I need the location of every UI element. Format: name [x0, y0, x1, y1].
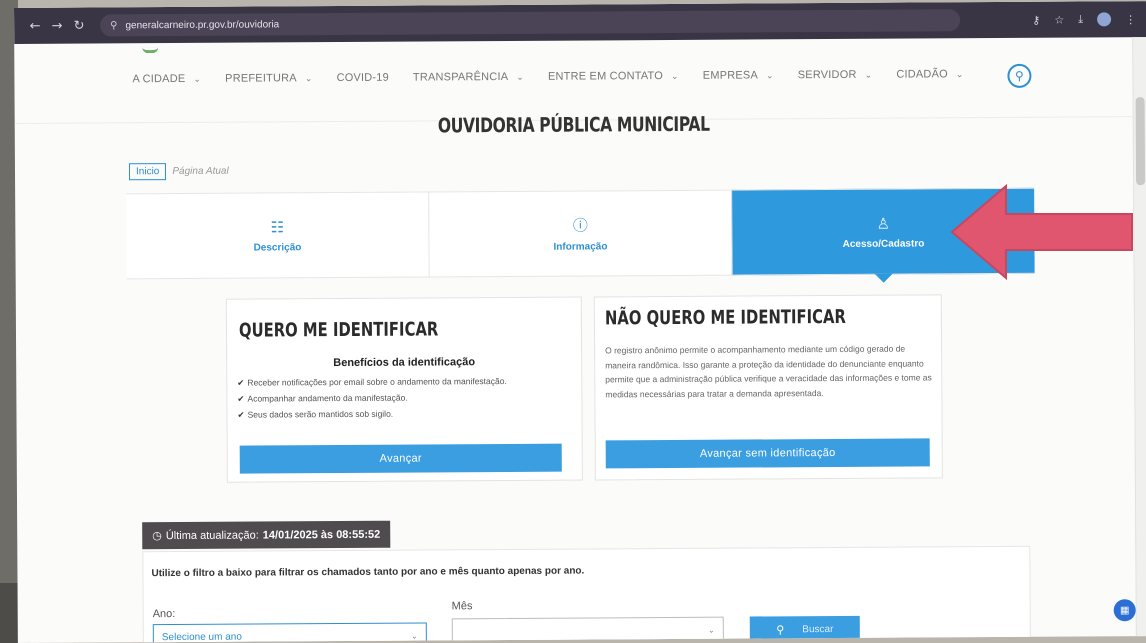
site-logo[interactable] — [142, 47, 159, 54]
nav-item-label: CIDADÃO — [896, 68, 948, 81]
chevron-down-icon: ⌄ — [411, 631, 418, 641]
filter-panel: Utilize o filtro a baixo para filtrar os… — [142, 545, 1031, 643]
search-button-label: Buscar — [802, 623, 834, 635]
month-select[interactable]: ⌄ — [451, 616, 724, 643]
star-icon[interactable]: ☆ — [1054, 13, 1064, 26]
chevron-down-icon: ⌄ — [193, 74, 202, 85]
scrollbar-thumb[interactable] — [1135, 97, 1146, 186]
url-text[interactable]: generalcarneiro.pr.gov.br/ouvidoria — [125, 19, 279, 31]
month-label: Mês — [451, 600, 473, 613]
check-icon: ✔ — [237, 394, 245, 405]
browser-actions: ⚷ ☆ ⤓ ⋮ — [1032, 12, 1136, 27]
benefit-item: ✔ Acompanhar andamento da manifestação. — [237, 390, 507, 408]
forward-icon[interactable]: → — [46, 18, 68, 33]
user-icon: ♙ — [876, 214, 891, 233]
tab-label: Descrição — [253, 241, 302, 254]
nav-item-label: SERVIDOR — [797, 68, 857, 82]
document-icon: ☷ — [270, 217, 285, 236]
page-scrollbar[interactable] — [1132, 37, 1146, 638]
site-info-icon[interactable]: ⚲ — [110, 20, 117, 31]
breadcrumb: Inicio Página Atual — [128, 163, 229, 181]
nav-item-label: TRANSPARÊNCIA — [412, 70, 509, 84]
year-label: Ano: — [152, 608, 176, 621]
last-update-badge: ◷ Última atualização: 14/01/2025 às 08:5… — [142, 520, 391, 550]
main-menu: A CIDADE ⌄ PREFEITURA ⌄ COVID-19 TRANSPARÊNCI… — [132, 68, 963, 85]
benefit-text: Seus dados serão mantidos sob sigilo. — [247, 408, 394, 420]
nav-item-label: EMPRESA — [702, 69, 759, 82]
download-icon[interactable]: ⤓ — [1078, 12, 1083, 26]
anonymous-title: NÃO QUERO ME IDENTIFICAR — [604, 305, 846, 330]
red-pointer-arrow — [950, 184, 1133, 280]
nav-item-transpar-ncia[interactable]: TRANSPARÊNCIA ⌄ — [413, 71, 524, 84]
filter-instructions: Utilize o filtro a baixo para filtrar os… — [151, 565, 585, 580]
browser-menu-icon[interactable]: ⋮ — [1125, 13, 1136, 26]
year-select[interactable]: Selecione um ano ⌄ — [152, 622, 427, 643]
browser-window: ← → ↻ ⚲ generalcarneiro.pr.gov.br/ouvido… — [14, 1, 1146, 643]
nav-item-cidad-o[interactable]: CIDADÃO ⌄ — [896, 68, 963, 80]
chevron-down-icon: ⌄ — [516, 72, 525, 83]
benefit-text: Receber notificações por email sobre o a… — [247, 375, 507, 388]
arrow-shape — [950, 184, 1133, 280]
benefits-list: ✔ Receber notificações por email sobre o … — [237, 374, 507, 424]
tab-informacao[interactable]: ⓘ Informação — [428, 189, 732, 278]
benefit-item: ✔ Receber notificações por email sobre o … — [237, 374, 507, 392]
key-icon[interactable]: ⚷ — [1032, 13, 1040, 26]
benefit-item: ✔ Seus dados serão mantidos sob sigilo. — [237, 406, 507, 424]
nav-item-entre-em-contato[interactable]: ENTRE EM CONTATO ⌄ — [548, 70, 679, 83]
nav-item-label: A CIDADE — [132, 72, 186, 86]
chevron-down-icon: ⌄ — [864, 70, 873, 81]
anonymous-card: NÃO QUERO ME IDENTIFICAR O registro anôn… — [593, 294, 943, 481]
back-icon[interactable]: ← — [24, 18, 46, 33]
tab-descricao[interactable]: ☷ Descrição — [126, 191, 429, 280]
chevron-down-icon: ⌄ — [708, 625, 715, 635]
chevron-down-icon: ⌄ — [765, 71, 774, 82]
chevron-down-icon: ⌄ — [670, 71, 679, 82]
identify-card: QUERO ME IDENTIFICAR Benefícios da ident… — [225, 296, 583, 483]
address-bar[interactable]: ⚲ generalcarneiro.pr.gov.br/ouvidoria — [100, 9, 961, 37]
reload-icon[interactable]: ↻ — [68, 18, 90, 33]
nav-item-servidor[interactable]: SERVIDOR ⌄ — [798, 69, 873, 81]
search-button[interactable]: ⚲ Buscar — [749, 615, 860, 643]
last-update-value: 14/01/2025 às 08:55:52 — [262, 528, 381, 541]
benefits-heading: Benefícios da identificação — [333, 356, 476, 370]
tab-label: Informação — [553, 241, 608, 253]
nav-item-label: PREFEITURA — [225, 72, 297, 85]
nav-item-label: ENTRE EM CONTATO — [547, 70, 664, 83]
ouvidoria-tabs: ☷ Descrição ⓘ Informação ♙ Acesso/Cadast… — [126, 187, 1035, 280]
anonymous-description: O registro anônimo permite o acompanhame… — [605, 343, 932, 399]
nav-item-a-cidade[interactable]: A CIDADE ⌄ — [132, 73, 201, 85]
advance-button[interactable]: Avançar — [239, 443, 562, 474]
identify-title: QUERO ME IDENTIFICAR — [238, 318, 439, 342]
nav-item-covid-19[interactable]: COVID-19 — [337, 72, 389, 84]
breadcrumb-home[interactable]: Inicio — [128, 163, 167, 181]
nav-item-prefeitura[interactable]: PREFEITURA ⌄ — [225, 72, 313, 85]
search-icon: ⚲ — [776, 622, 785, 636]
info-icon: ⓘ — [572, 216, 588, 235]
advance-anonymous-button[interactable]: Avançar sem identificação — [605, 438, 930, 469]
year-select-value: Selecione um ano — [161, 631, 242, 643]
chevron-down-icon: ⌄ — [304, 74, 313, 85]
nav-item-label: COVID-19 — [336, 71, 389, 85]
search-icon[interactable]: ⚲ — [1007, 63, 1032, 88]
check-icon: ✔ — [237, 378, 245, 389]
nav-item-empresa[interactable]: EMPRESA ⌄ — [703, 69, 774, 81]
chevron-down-icon: ⌄ — [955, 70, 964, 81]
accessibility-float-icon[interactable]: ▦ — [1113, 599, 1136, 622]
breadcrumb-current: Página Atual — [172, 165, 229, 178]
tab-label: Acesso/Cadastro — [842, 237, 925, 250]
check-icon: ✔ — [237, 410, 245, 421]
clock-icon: ◷ — [152, 529, 162, 543]
benefit-text: Acompanhar andamento da manifestação. — [247, 392, 408, 404]
page-title: OUVIDORIA PÚBLICA MUNICIPAL — [437, 111, 710, 138]
profile-avatar[interactable] — [1097, 12, 1112, 27]
last-update-label: Última atualização: — [165, 529, 259, 542]
